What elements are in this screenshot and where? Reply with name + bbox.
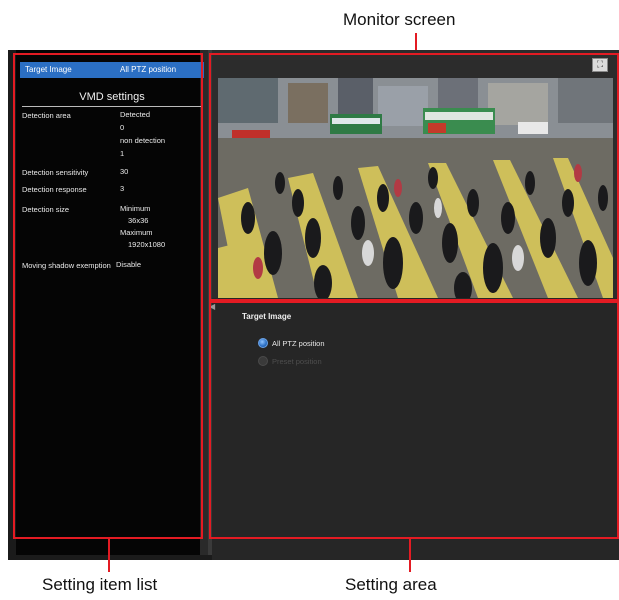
setting-area-callout — [209, 301, 619, 539]
setting-area-leader — [409, 539, 411, 572]
setting-item-list-caption: Setting item list — [42, 575, 158, 594]
setting-item-list-callout — [13, 53, 203, 539]
setting-area-caption: Setting area — [345, 575, 437, 594]
monitor-screen-callout — [209, 53, 619, 301]
setting-item-list-leader — [108, 539, 110, 572]
monitor-screen-caption: Monitor screen — [343, 10, 456, 29]
